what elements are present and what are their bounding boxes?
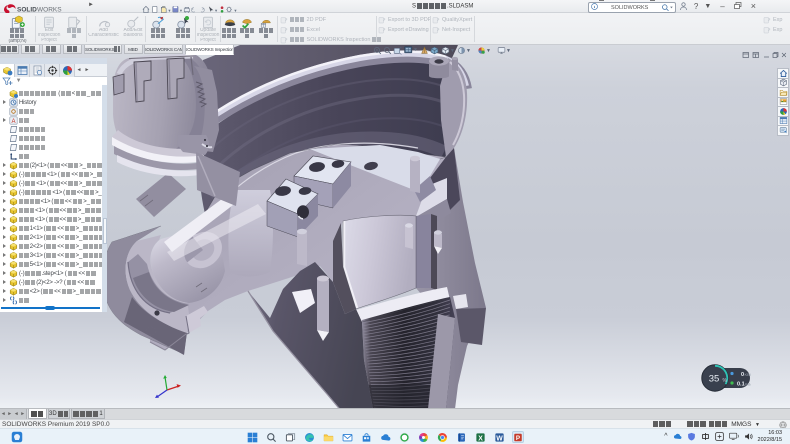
svg-text:KB/s: KB/s xyxy=(745,382,751,387)
svg-text:%: % xyxy=(723,378,728,384)
svg-text:A: A xyxy=(11,119,15,125)
svg-text:0.1: 0.1 xyxy=(737,382,745,388)
svg-text:X: X xyxy=(478,435,483,442)
svg-text:W: W xyxy=(496,435,503,442)
svg-text:35: 35 xyxy=(709,374,720,385)
svg-text:P: P xyxy=(516,435,520,442)
svg-text:KB/s: KB/s xyxy=(745,372,752,377)
